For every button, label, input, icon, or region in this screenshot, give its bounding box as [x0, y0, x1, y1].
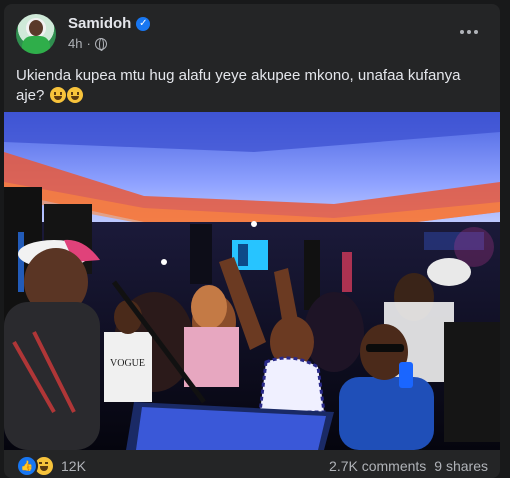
post-footer: 👍 12K 2.7K comments 9 shares	[16, 455, 488, 477]
phone	[399, 362, 413, 388]
like-icon: 👍	[16, 455, 38, 477]
shares-count[interactable]: 9 shares	[434, 458, 488, 474]
dot-icon	[467, 30, 471, 34]
post-card: Samidoh ✓ 4h · Ukienda kupea mtu hug ala…	[4, 4, 500, 478]
author-avatar[interactable]	[16, 14, 56, 54]
screen	[232, 240, 268, 270]
more-options-button[interactable]	[454, 20, 484, 44]
grinning-face-icon	[66, 87, 83, 103]
post-header: Samidoh ✓ 4h ·	[16, 14, 488, 58]
author-row: Samidoh ✓	[68, 15, 151, 32]
caption-text: Ukienda kupea mtu hug alafu yeye akupee …	[16, 67, 461, 104]
reactions-count[interactable]: 12K	[61, 458, 86, 474]
reactions[interactable]: 👍 12K	[16, 455, 86, 477]
post-time[interactable]: 4h	[68, 36, 82, 51]
photo-scene: VOGUE	[4, 112, 500, 450]
avatar-shirt	[22, 36, 50, 54]
post-caption: Ukienda kupea mtu hug alafu yeye akupee …	[16, 66, 486, 106]
post-meta: 4h ·	[68, 36, 107, 51]
dot-icon	[460, 30, 464, 34]
post-photo[interactable]: VOGUE	[4, 112, 500, 450]
blue-jacket	[339, 377, 434, 450]
dot-icon	[474, 30, 478, 34]
globe-icon	[94, 37, 107, 51]
avatar-head	[29, 20, 43, 36]
grinning-face-icon	[49, 87, 66, 103]
author-name[interactable]: Samidoh	[68, 15, 131, 32]
verified-badge-icon: ✓	[136, 16, 151, 31]
meta-separator: ·	[86, 36, 91, 51]
vogue-shirt-text: VOGUE	[110, 358, 145, 369]
comments-count[interactable]: 2.7K comments	[329, 458, 426, 474]
